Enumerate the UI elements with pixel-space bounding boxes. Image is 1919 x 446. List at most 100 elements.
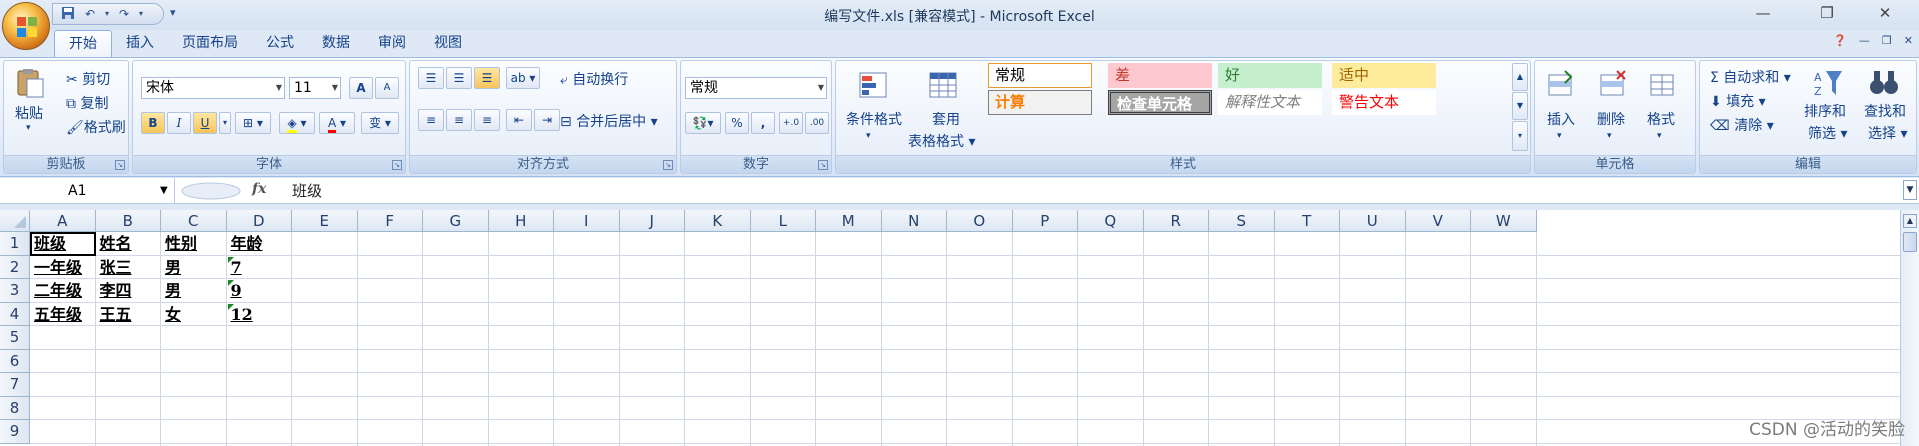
name-box-dropdown-icon[interactable]: ▼ — [160, 185, 168, 196]
accounting-button[interactable]: 💱▾ — [685, 112, 721, 134]
number-as-text-indicator-icon[interactable] — [227, 256, 234, 263]
cell-B4[interactable]: 王五 — [96, 303, 162, 327]
tab-review[interactable]: 审阅 — [364, 30, 420, 57]
insert-dropdown-icon[interactable]: ▾ — [1557, 131, 1562, 141]
sort-filter-label[interactable]: 排序和 — [1804, 101, 1846, 121]
column-header-M[interactable]: M — [816, 210, 882, 232]
cell-B2[interactable]: 张三 — [96, 256, 162, 280]
scroll-up-icon[interactable]: ▲ — [1903, 214, 1917, 228]
cell-C4[interactable]: 女 — [161, 303, 227, 327]
column-header-J[interactable]: J — [619, 210, 685, 232]
cell-C1[interactable]: 性别 — [161, 232, 227, 256]
row-header-4[interactable]: 4 — [0, 302, 30, 326]
tab-view[interactable]: 视图 — [420, 30, 476, 57]
gallery-down-icon[interactable]: ▼ — [1512, 92, 1528, 120]
column-header-I[interactable]: I — [554, 210, 620, 232]
find-select-button[interactable]: 选择 ▾ — [1868, 123, 1907, 143]
tab-insert[interactable]: 插入 — [112, 30, 168, 57]
expand-formula-bar-icon[interactable]: ▼ — [1903, 180, 1917, 200]
paste-icon[interactable] — [14, 67, 46, 99]
undo-dropdown-icon[interactable]: ▾ — [103, 6, 111, 22]
align-right-button[interactable]: ≡ — [474, 109, 500, 131]
row-header-7[interactable]: 7 — [0, 373, 30, 397]
cell-D1[interactable]: 年龄 — [227, 232, 293, 256]
underline-dropdown-icon[interactable]: ▾ — [219, 112, 231, 134]
worksheet-grid[interactable]: ABCDEFGHIJKLMNOPQRSTUVW 123456789 班级 姓名 性别… — [0, 210, 1900, 446]
row-header-5[interactable]: 5 — [0, 326, 30, 350]
bold-button[interactable]: B — [141, 112, 165, 134]
grow-font-button[interactable]: A — [349, 77, 373, 99]
decrease-decimal-button[interactable]: .00 — [805, 112, 829, 134]
column-header-V[interactable]: V — [1405, 210, 1471, 232]
style-check-cell[interactable]: 检查单元格 — [1108, 90, 1212, 115]
comma-button[interactable]: , — [751, 112, 775, 134]
row-header-8[interactable]: 8 — [0, 396, 30, 420]
cut-button[interactable]: ✂ 剪切 — [66, 69, 110, 89]
delete-cells-icon[interactable] — [1597, 69, 1629, 101]
style-good[interactable]: 好 — [1218, 63, 1322, 88]
help-icon[interactable]: ❓ — [1833, 34, 1847, 47]
restore-button[interactable]: ❐ — [1804, 0, 1850, 28]
cell-A2[interactable]: 一年级 — [30, 256, 96, 280]
italic-button[interactable]: I — [167, 112, 191, 134]
customize-qat-icon[interactable]: ▾ — [170, 6, 176, 19]
column-header-T[interactable]: T — [1274, 210, 1340, 232]
format-as-table-label[interactable]: 套用 — [932, 109, 960, 129]
ribbon-minimize-icon[interactable]: — — [1859, 34, 1870, 47]
cell-D2[interactable]: 7 — [227, 256, 293, 280]
sort-filter-button[interactable]: 筛选 ▾ — [1808, 123, 1847, 143]
increase-decimal-button[interactable]: +.0 — [779, 112, 803, 134]
row-header-3[interactable]: 3 — [0, 279, 30, 303]
tab-formulas[interactable]: 公式 — [252, 30, 308, 57]
formula-input[interactable]: 班级 — [282, 178, 322, 204]
cell-C2[interactable]: 男 — [161, 256, 227, 280]
column-header-E[interactable]: E — [292, 210, 358, 232]
middle-align-button[interactable]: ☰ — [446, 67, 472, 89]
underline-button[interactable]: U — [193, 112, 217, 134]
shrink-font-button[interactable]: A — [375, 77, 399, 99]
bottom-align-button[interactable]: ☰ — [474, 67, 500, 89]
wrap-text-button[interactable]: ⤶ 自动换行 — [560, 69, 628, 89]
row-header-6[interactable]: 6 — [0, 349, 30, 373]
format-button[interactable]: 格式 — [1647, 109, 1675, 129]
increase-indent-button[interactable]: ⇥ — [534, 109, 560, 131]
number-launcher-icon[interactable]: ↘ — [818, 160, 828, 170]
format-painter-button[interactable]: 🖌格式刷 — [66, 117, 126, 137]
autosum-button[interactable]: Σ 自动求和 ▾ — [1710, 67, 1791, 87]
format-cells-icon[interactable] — [1647, 69, 1679, 101]
format-as-table-icon[interactable] — [928, 69, 960, 101]
orientation-button[interactable]: ab ▾ — [506, 67, 540, 89]
vertical-scrollbar[interactable]: ▲ — [1900, 210, 1919, 446]
column-header-N[interactable]: N — [881, 210, 947, 232]
delete-button[interactable]: 删除 — [1597, 109, 1625, 129]
fill-color-button[interactable]: ◈ ▾ — [279, 112, 315, 134]
align-left-button[interactable]: ≡ — [418, 109, 444, 131]
tab-home[interactable]: 开始 — [54, 30, 112, 57]
delete-dropdown-icon[interactable]: ▾ — [1607, 131, 1612, 141]
cell-A4[interactable]: 五年级 — [30, 303, 96, 327]
column-header-G[interactable]: G — [423, 210, 489, 232]
tab-data[interactable]: 数据 — [308, 30, 364, 57]
percent-button[interactable]: % — [725, 112, 749, 134]
row-header-1[interactable]: 1 — [0, 232, 30, 256]
column-header-S[interactable]: S — [1209, 210, 1275, 232]
conditional-formatting-button[interactable]: 条件格式 — [846, 109, 902, 129]
column-header-Q[interactable]: Q — [1078, 210, 1144, 232]
redo-icon[interactable]: ↷ — [115, 6, 133, 22]
copy-button[interactable]: ⧉ 复制 — [66, 93, 108, 113]
decrease-indent-button[interactable]: ⇤ — [506, 109, 532, 131]
redo-dropdown-icon[interactable]: ▾ — [137, 6, 145, 22]
font-family-select[interactable]: 宋体 ▼ — [141, 77, 285, 99]
cell-A3[interactable]: 二年级 — [30, 279, 96, 303]
ribbon-close-icon[interactable]: ✕ — [1904, 34, 1913, 47]
style-bad[interactable]: 差 — [1108, 63, 1212, 88]
fill-button[interactable]: ⬇ 填充 ▾ — [1710, 91, 1766, 111]
row-header-2[interactable]: 2 — [0, 255, 30, 279]
top-align-button[interactable]: ☰ — [418, 67, 444, 89]
scroll-thumb[interactable] — [1903, 232, 1917, 252]
column-header-P[interactable]: P — [1012, 210, 1078, 232]
style-neutral[interactable]: 适中 — [1332, 63, 1436, 88]
alignment-launcher-icon[interactable]: ↘ — [663, 160, 673, 170]
clear-button[interactable]: ⌫ 清除 ▾ — [1710, 115, 1774, 135]
style-normal[interactable]: 常规 — [988, 63, 1092, 88]
